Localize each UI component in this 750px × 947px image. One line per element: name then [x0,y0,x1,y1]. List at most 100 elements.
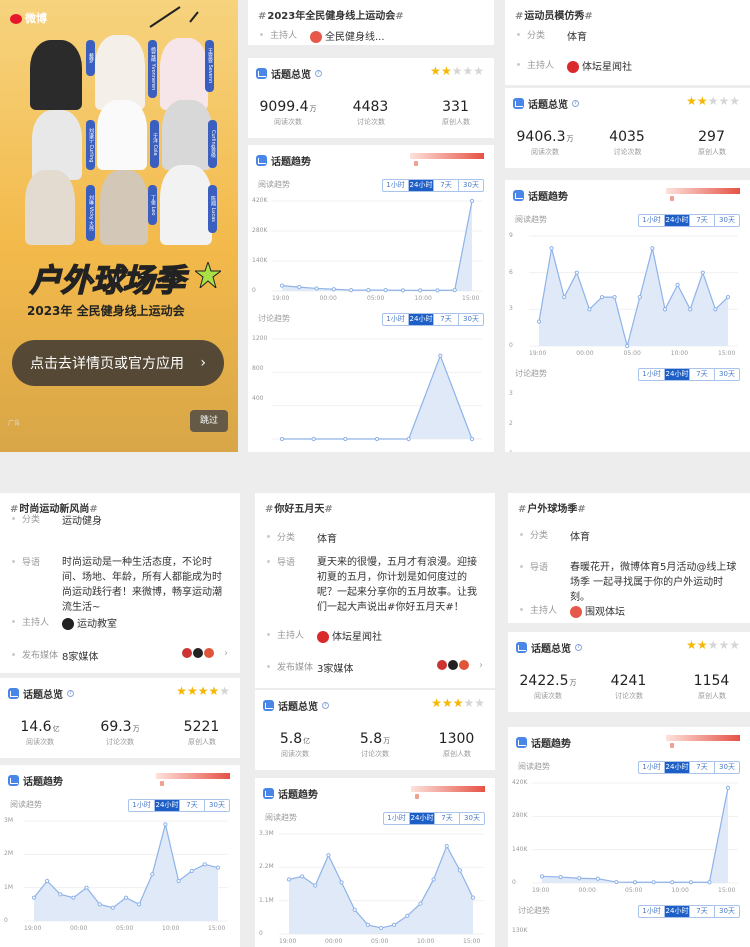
tab-7d[interactable]: 7天 [689,369,714,380]
data-point[interactable] [539,874,545,879]
data-point[interactable] [549,246,554,251]
data-point[interactable] [137,902,142,907]
info-row-value[interactable]: 8家媒体 [62,648,98,663]
data-point[interactable] [202,862,207,867]
data-point[interactable] [558,874,563,880]
tab-1h[interactable]: 1小时 [639,762,664,773]
data-point[interactable] [378,925,384,931]
info-icon[interactable]: ? [322,702,329,709]
data-point[interactable] [612,295,617,300]
data-point[interactable] [339,880,344,885]
data-point[interactable] [469,436,475,442]
time-range-tabs[interactable]: 1小时 24小时 7天 30天 [638,905,740,918]
data-point[interactable] [431,877,436,882]
data-point[interactable] [31,895,37,900]
data-point[interactable] [574,270,579,275]
data-point[interactable] [365,922,370,928]
info-icon[interactable]: ? [67,690,74,697]
data-point[interactable] [366,288,371,293]
tab-7d[interactable]: 7天 [433,314,458,325]
info-row-value[interactable]: 3家媒体 [317,660,353,675]
tab-24h[interactable]: 24小时 [409,813,434,824]
data-point[interactable] [577,876,582,881]
time-range-tabs[interactable]: 1小时 24小时 7天 30天 [128,799,230,812]
data-point[interactable] [45,878,50,884]
time-range-tabs[interactable]: 1小时 24小时 7天 30天 [382,179,484,192]
time-range-tabs[interactable]: 1小时 24小时 7天 30天 [382,313,484,326]
data-point[interactable] [279,283,285,288]
data-point[interactable] [400,288,406,293]
data-point[interactable] [405,913,410,918]
data-point[interactable] [374,436,380,442]
data-point[interactable] [675,282,680,287]
tab-1h[interactable]: 1小时 [129,800,154,811]
data-point[interactable] [297,285,302,290]
data-point[interactable] [662,307,668,312]
tab-30d[interactable]: 30天 [204,800,229,811]
info-icon[interactable]: ? [572,100,579,107]
tab-1h[interactable]: 1小时 [383,180,408,191]
info-row-value[interactable]: 围观体坛 [570,603,625,618]
topic-hashtag[interactable]: #户外球场季# [518,500,587,515]
data-point[interactable] [343,436,348,442]
media-logos[interactable] [437,660,469,670]
data-point[interactable] [457,868,462,873]
tab-1h[interactable]: 1小时 [639,906,664,917]
tab-7d[interactable]: 7天 [689,906,714,917]
chevron-right-icon[interactable]: › [224,648,228,659]
tab-30d[interactable]: 30天 [458,180,483,191]
data-point[interactable] [637,295,642,300]
data-point[interactable] [707,880,712,885]
tab-24h[interactable]: 24小时 [154,800,179,811]
data-point[interactable] [286,877,292,882]
data-point[interactable] [189,868,194,874]
tab-30d[interactable]: 30天 [459,813,484,824]
data-point[interactable] [331,287,336,292]
topic-hashtag[interactable]: #运动员模仿秀# [515,7,594,22]
data-point[interactable] [438,353,443,358]
tab-24h[interactable]: 24小时 [664,906,689,917]
tab-24h[interactable]: 24小时 [408,314,433,325]
data-point[interactable] [300,874,305,879]
tab-1h[interactable]: 1小时 [639,369,664,380]
info-row-value[interactable]: 体坛星闻社 [317,628,382,643]
data-point[interactable] [279,436,285,442]
tab-7d[interactable]: 7天 [689,215,714,226]
tab-24h[interactable]: 24小时 [408,180,433,191]
data-point[interactable] [418,901,423,906]
data-point[interactable] [215,865,221,870]
ad-cta-button[interactable]: 点击去详情页或官方应用 › [12,340,224,386]
tab-30d[interactable]: 30天 [714,762,739,773]
chevron-right-icon[interactable]: › [479,660,483,671]
tab-1h[interactable]: 1小时 [384,813,409,824]
data-point[interactable] [650,246,655,251]
data-point[interactable] [352,907,357,912]
data-point[interactable] [625,343,630,349]
data-point[interactable] [444,844,449,849]
tab-7d[interactable]: 7天 [689,762,714,773]
tab-24h[interactable]: 24小时 [664,369,689,380]
data-point[interactable] [84,885,89,890]
data-point[interactable] [383,288,388,293]
time-range-tabs[interactable]: 1小时 24小时 7天 30天 [638,368,740,381]
tab-1h[interactable]: 1小时 [383,314,408,325]
tab-30d[interactable]: 30天 [714,215,739,226]
data-point[interactable] [435,288,440,293]
tab-30d[interactable]: 30天 [714,369,739,380]
data-point[interactable] [406,436,411,442]
data-point[interactable] [599,295,605,300]
tab-24h[interactable]: 24小时 [664,215,689,226]
data-point[interactable] [562,295,567,300]
skip-button[interactable]: 跳过 [190,410,228,432]
data-point[interactable] [392,922,397,928]
data-point[interactable] [110,905,115,910]
info-icon[interactable]: ? [575,644,582,651]
info-icon[interactable]: ? [315,70,322,77]
data-point[interactable] [313,883,318,888]
data-point[interactable] [725,785,731,790]
data-point[interactable] [163,822,168,827]
time-range-tabs[interactable]: 1小时 24小时 7天 30天 [638,761,740,774]
data-point[interactable] [150,872,155,877]
tab-7d[interactable]: 7天 [433,180,458,191]
topic-hashtag[interactable]: #2023年全民健身线上运动会# [258,7,405,22]
